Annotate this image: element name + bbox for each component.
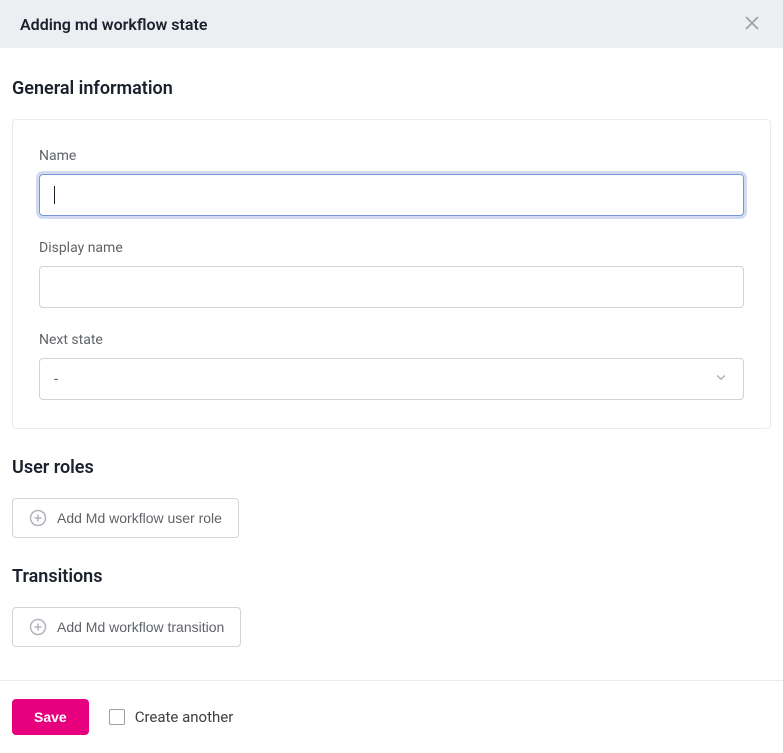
display-name-label: Display name	[39, 240, 744, 256]
next-state-select[interactable]: -	[39, 358, 744, 400]
plus-circle-icon	[29, 618, 47, 636]
general-information-card: Name Display name Next state -	[12, 119, 771, 429]
next-state-field-group: Next state -	[39, 332, 744, 400]
plus-circle-icon	[29, 509, 47, 527]
create-another-wrapper[interactable]: Create another	[109, 708, 234, 726]
add-user-role-button[interactable]: Add Md workflow user role	[12, 498, 239, 538]
add-transition-button[interactable]: Add Md workflow transition	[12, 607, 241, 647]
create-another-label: Create another	[135, 708, 234, 726]
dialog-footer: Save Create another	[0, 680, 783, 753]
section-title-general: General information	[12, 78, 771, 99]
close-button[interactable]	[741, 10, 763, 38]
next-state-selected-value: -	[54, 370, 58, 388]
dialog-title: Adding md workflow state	[20, 15, 207, 34]
add-transition-label: Add Md workflow transition	[57, 619, 224, 635]
display-name-field-group: Display name	[39, 240, 744, 308]
section-title-transitions: Transitions	[12, 566, 771, 587]
close-icon	[745, 13, 759, 35]
name-field-group: Name	[39, 148, 744, 216]
create-another-checkbox[interactable]	[109, 709, 125, 725]
next-state-label: Next state	[39, 332, 744, 348]
section-title-user-roles: User roles	[12, 457, 771, 478]
dialog-header: Adding md workflow state	[0, 0, 783, 48]
text-cursor	[54, 186, 55, 204]
save-button[interactable]: Save	[12, 699, 89, 735]
display-name-input[interactable]	[39, 266, 744, 308]
user-roles-section: User roles Add Md workflow user role	[12, 457, 771, 538]
add-user-role-label: Add Md workflow user role	[57, 510, 222, 526]
transitions-section: Transitions Add Md workflow transition	[12, 566, 771, 647]
name-label: Name	[39, 148, 744, 164]
name-input[interactable]	[39, 174, 744, 216]
general-information-section: General information Name Display name Ne…	[12, 78, 771, 429]
